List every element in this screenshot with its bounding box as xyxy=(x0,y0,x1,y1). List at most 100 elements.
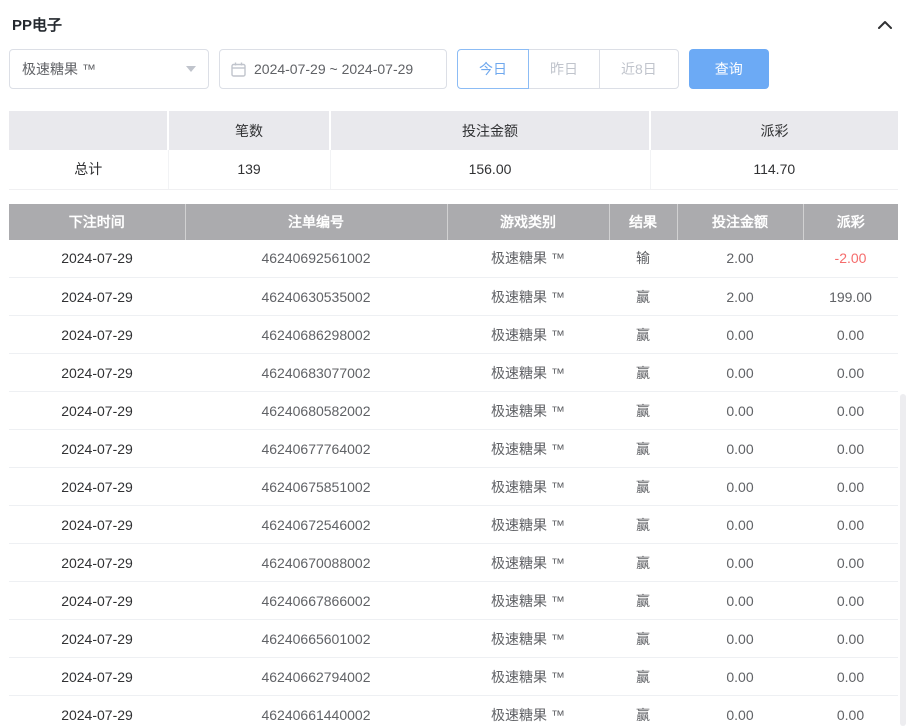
table-row: 2024-07-29 46240680582002 极速糖果 ™ 赢 0.00 … xyxy=(9,392,898,430)
cell-bet-amount: 0.00 xyxy=(677,316,803,354)
cell-result: 赢 xyxy=(609,658,677,696)
header-bet-amount: 投注金额 xyxy=(677,204,803,240)
summary-total-payout: 114.70 xyxy=(650,150,898,189)
cell-bet-amount: 0.00 xyxy=(677,354,803,392)
cell-order-id: 46240662794002 xyxy=(185,658,447,696)
header-order-id: 注单编号 xyxy=(185,204,447,240)
cell-payout: 0.00 xyxy=(803,430,898,468)
cell-bet-time: 2024-07-29 xyxy=(9,316,185,354)
cell-bet-amount: 0.00 xyxy=(677,620,803,658)
cell-game-type: 极速糖果 ™ xyxy=(447,620,609,658)
cell-bet-amount: 2.00 xyxy=(677,240,803,278)
last-8-days-button[interactable]: 近8日 xyxy=(599,49,679,89)
cell-result: 赢 xyxy=(609,544,677,582)
cell-bet-amount: 0.00 xyxy=(677,582,803,620)
header-game-type: 游戏类别 xyxy=(447,204,609,240)
cell-payout: 0.00 xyxy=(803,506,898,544)
calendar-icon xyxy=(231,62,246,77)
table-row: 2024-07-29 46240672546002 极速糖果 ™ 赢 0.00 … xyxy=(9,506,898,544)
bet-table-body: 2024-07-29 46240692561002 极速糖果 ™ 输 2.00 … xyxy=(9,240,898,726)
header-payout: 派彩 xyxy=(803,204,898,240)
cell-result: 赢 xyxy=(609,278,677,316)
game-select[interactable]: 极速糖果 ™ xyxy=(9,49,209,89)
cell-bet-amount: 0.00 xyxy=(677,506,803,544)
panel-title: PP电子 xyxy=(12,14,62,35)
cell-result: 输 xyxy=(609,240,677,278)
summary-total-row: 总计 139 156.00 114.70 xyxy=(9,150,898,189)
cell-game-type: 极速糖果 ™ xyxy=(447,696,609,726)
cell-bet-time: 2024-07-29 xyxy=(9,468,185,506)
cell-payout: 0.00 xyxy=(803,582,898,620)
cell-bet-time: 2024-07-29 xyxy=(9,658,185,696)
cell-game-type: 极速糖果 ™ xyxy=(447,582,609,620)
cell-game-type: 极速糖果 ™ xyxy=(447,544,609,582)
cell-order-id: 46240692561002 xyxy=(185,240,447,278)
table-row: 2024-07-29 46240662794002 极速糖果 ™ 赢 0.00 … xyxy=(9,658,898,696)
cell-payout: 0.00 xyxy=(803,354,898,392)
panel-header: PP电子 xyxy=(9,0,898,43)
date-range-picker[interactable]: 2024-07-29 ~ 2024-07-29 xyxy=(219,49,447,89)
summary-header-payout: 派彩 xyxy=(650,111,898,150)
table-row: 2024-07-29 46240686298002 极速糖果 ™ 赢 0.00 … xyxy=(9,316,898,354)
yesterday-button[interactable]: 昨日 xyxy=(528,49,600,89)
filter-bar: 极速糖果 ™ 2024-07-29 ~ 2024-07-29 今日 昨日 近8日… xyxy=(9,49,898,89)
cell-order-id: 46240670088002 xyxy=(185,544,447,582)
today-button[interactable]: 今日 xyxy=(457,49,529,89)
cell-result: 赢 xyxy=(609,316,677,354)
cell-game-type: 极速糖果 ™ xyxy=(447,316,609,354)
table-row: 2024-07-29 46240675851002 极速糖果 ™ 赢 0.00 … xyxy=(9,468,898,506)
cell-game-type: 极速糖果 ™ xyxy=(447,354,609,392)
cell-game-type: 极速糖果 ™ xyxy=(447,468,609,506)
summary-total-label: 总计 xyxy=(9,150,168,189)
cell-order-id: 46240667866002 xyxy=(185,582,447,620)
cell-order-id: 46240683077002 xyxy=(185,354,447,392)
cell-order-id: 46240675851002 xyxy=(185,468,447,506)
cell-bet-time: 2024-07-29 xyxy=(9,278,185,316)
summary-table: 笔数 投注金额 派彩 总计 139 156.00 114.70 xyxy=(9,111,898,190)
cell-payout: 0.00 xyxy=(803,392,898,430)
cell-bet-time: 2024-07-29 xyxy=(9,582,185,620)
cell-bet-amount: 0.00 xyxy=(677,430,803,468)
cell-game-type: 极速糖果 ™ xyxy=(447,278,609,316)
table-row: 2024-07-29 46240692561002 极速糖果 ™ 输 2.00 … xyxy=(9,240,898,278)
cell-result: 赢 xyxy=(609,430,677,468)
cell-payout: 0.00 xyxy=(803,696,898,726)
cell-payout: 0.00 xyxy=(803,620,898,658)
cell-order-id: 46240672546002 xyxy=(185,506,447,544)
cell-game-type: 极速糖果 ™ xyxy=(447,658,609,696)
cell-bet-time: 2024-07-29 xyxy=(9,430,185,468)
date-range-value: 2024-07-29 ~ 2024-07-29 xyxy=(254,61,413,77)
cell-payout: 0.00 xyxy=(803,468,898,506)
cell-game-type: 极速糖果 ™ xyxy=(447,430,609,468)
cell-payout: 0.00 xyxy=(803,658,898,696)
collapse-chevron-up-icon[interactable] xyxy=(875,18,895,32)
cell-bet-time: 2024-07-29 xyxy=(9,696,185,726)
summary-total-count: 139 xyxy=(168,150,330,189)
cell-bet-time: 2024-07-29 xyxy=(9,354,185,392)
cell-bet-amount: 0.00 xyxy=(677,544,803,582)
header-result: 结果 xyxy=(609,204,677,240)
cell-result: 赢 xyxy=(609,620,677,658)
table-row: 2024-07-29 46240630535002 极速糖果 ™ 赢 2.00 … xyxy=(9,278,898,316)
cell-bet-amount: 0.00 xyxy=(677,696,803,726)
cell-result: 赢 xyxy=(609,506,677,544)
cell-game-type: 极速糖果 ™ xyxy=(447,506,609,544)
caret-down-icon xyxy=(186,66,196,72)
pp-electronic-panel: PP电子 极速糖果 ™ 2024-07-29 ~ 2024-07-29 xyxy=(0,0,907,726)
scrollbar-thumb[interactable] xyxy=(900,394,906,726)
table-row: 2024-07-29 46240665601002 极速糖果 ™ 赢 0.00 … xyxy=(9,620,898,658)
cell-bet-amount: 0.00 xyxy=(677,468,803,506)
cell-payout: 0.00 xyxy=(803,544,898,582)
cell-bet-time: 2024-07-29 xyxy=(9,240,185,278)
cell-bet-amount: 2.00 xyxy=(677,278,803,316)
cell-game-type: 极速糖果 ™ xyxy=(447,392,609,430)
cell-bet-time: 2024-07-29 xyxy=(9,544,185,582)
summary-total-bet-amount: 156.00 xyxy=(330,150,650,189)
header-bet-time: 下注时间 xyxy=(9,204,185,240)
search-button[interactable]: 查询 xyxy=(689,49,769,89)
cell-bet-time: 2024-07-29 xyxy=(9,392,185,430)
cell-order-id: 46240677764002 xyxy=(185,430,447,468)
cell-order-id: 46240665601002 xyxy=(185,620,447,658)
cell-order-id: 46240661440002 xyxy=(185,696,447,726)
cell-result: 赢 xyxy=(609,468,677,506)
